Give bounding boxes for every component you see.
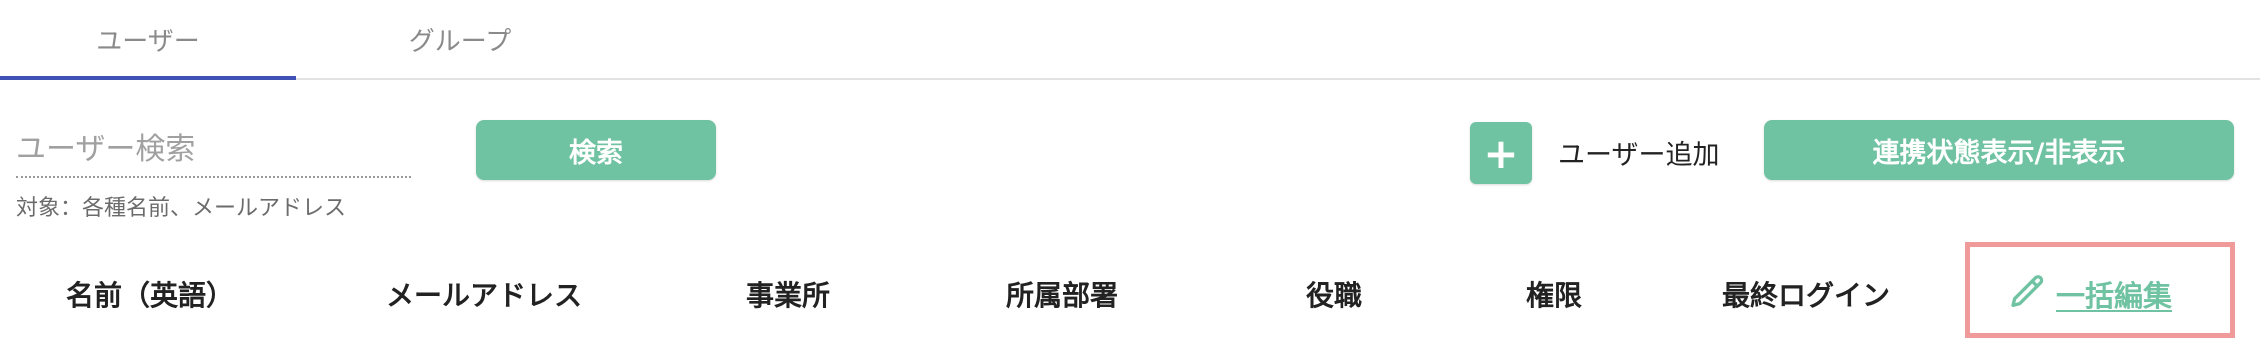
add-user-button[interactable]: + [1470,122,1532,184]
search-button-label: 検索 [569,137,623,169]
tab-groups[interactable]: グループ [320,0,600,78]
column-header-permission[interactable]: 権限 [1526,274,1582,314]
bulk-edit-link[interactable]: 一括編集 [2008,272,2172,316]
user-search-input[interactable] [16,122,411,178]
search-hint: 対象：各種名前、メールアドレス [16,196,347,221]
search-button[interactable]: 検索 [476,120,716,180]
pencil-icon [2008,272,2048,316]
tab-users-label: ユーザー [96,26,200,57]
column-header-position[interactable]: 役職 [1306,274,1362,314]
tab-groups-label: グループ [408,26,512,57]
toggle-link-status-label: 連携状態表示/非表示 [1872,137,2126,169]
active-tab-indicator [0,76,296,80]
bulk-edit-label: 一括編集 [2056,279,2173,313]
column-header-office[interactable]: 事業所 [746,274,830,314]
column-header-name-english[interactable]: 名前（英語） [66,274,234,314]
toggle-link-status-button[interactable]: 連携状態表示/非表示 [1764,120,2234,180]
column-header-email[interactable]: メールアドレス [386,274,582,314]
add-user-label[interactable]: ユーザー追加 [1558,133,1719,172]
tab-bar: ユーザー グループ [0,0,2260,80]
column-header-last-login[interactable]: 最終ログイン [1722,274,1890,314]
column-header-department[interactable]: 所属部署 [1006,274,1118,314]
tab-users[interactable]: ユーザー [0,0,296,80]
plus-icon: + [1483,128,1519,178]
